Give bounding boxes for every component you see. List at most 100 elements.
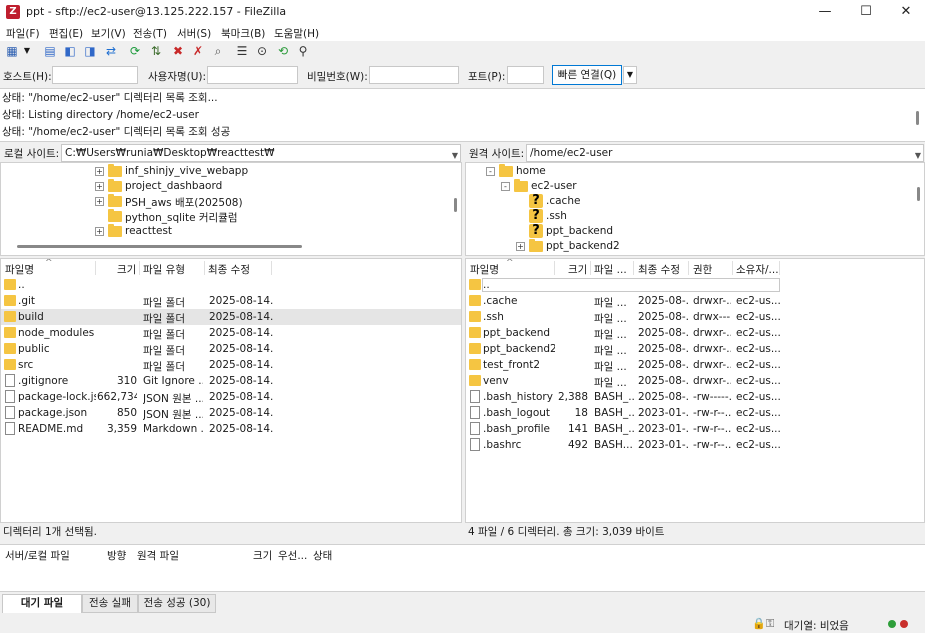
file-row[interactable]: .gitignore 310 Git Ignore ... 2025-08-14...	[1, 373, 461, 389]
file-row[interactable]: .bash_logout 18 BASH_... 2023-01-... -rw-r--…	[466, 405, 924, 421]
column-modified[interactable]: 최종 수정	[638, 262, 680, 277]
menu-file[interactable]: 파일(F)	[6, 26, 40, 41]
maximize-button[interactable]: ☐	[846, 0, 886, 24]
cell-name: node_modules	[18, 327, 95, 339]
tree-node-label: python_sqlite 커리큘럼	[125, 212, 238, 224]
expand-icon[interactable]: +	[95, 182, 104, 191]
queue-column-server-local[interactable]: 서버/로컬 파일	[5, 548, 70, 563]
password-input[interactable]	[369, 66, 459, 84]
collapse-icon[interactable]: -	[486, 167, 495, 176]
queue-column-status[interactable]: 상태	[313, 548, 332, 563]
menu-edit[interactable]: 편집(E)	[49, 26, 83, 41]
column-filename[interactable]: 파일명	[470, 262, 499, 277]
dropdown-arrow-icon[interactable]: ▼	[22, 43, 32, 59]
quickconnect-bar: 호스트(H): 사용자명(U): 비밀번호(W): 포트(P): 빠른 연결(Q…	[0, 63, 925, 87]
file-row[interactable]: .bash_history 2,388 BASH_... 2025-08-... -rw…	[466, 389, 924, 405]
file-icon	[470, 390, 480, 403]
log-scrollbar[interactable]	[916, 111, 919, 125]
port-input[interactable]	[507, 66, 544, 84]
file-row[interactable]: .ssh 파일 ... 2025-08-... drwx---... ec2-us...	[466, 309, 924, 325]
folder-icon	[514, 179, 528, 192]
column-size[interactable]: 크기	[568, 262, 587, 277]
cancel-icon[interactable]: ✖	[170, 43, 186, 59]
filezilla-app-icon: Z	[6, 5, 20, 19]
menu-transfer[interactable]: 전송(T)	[133, 26, 167, 41]
local-path-input[interactable]: C:₩Users₩runia₩Desktop₩reacttest₩ ▼	[61, 144, 461, 162]
close-button[interactable]: ✕	[886, 0, 925, 24]
filter-icon[interactable]: ☰	[234, 43, 250, 59]
search-icon[interactable]: ⚲	[295, 43, 311, 59]
queue-column-remote-file[interactable]: 원격 파일	[137, 548, 179, 563]
queue-column-direction[interactable]: 방향	[107, 548, 126, 563]
cell-perm: -rw-r--...	[693, 407, 731, 419]
file-row[interactable]: ppt_backend2 파일 ... 2025-08-... drwxr-... ec…	[466, 341, 924, 357]
file-row[interactable]: build 파일 폴더 2025-08-14...	[1, 309, 461, 325]
expand-icon[interactable]: +	[516, 242, 525, 251]
disconnect-icon[interactable]: ✗	[190, 43, 206, 59]
file-row[interactable]: public 파일 폴더 2025-08-14...	[1, 341, 461, 357]
site-manager-icon[interactable]: ▦	[4, 43, 20, 59]
expand-icon[interactable]: +	[95, 197, 104, 206]
file-row[interactable]: README.md 3,359 Markdown ... 2025-08-14...	[1, 421, 461, 437]
host-input[interactable]	[52, 66, 138, 84]
minimize-button[interactable]: —	[805, 0, 845, 24]
file-row[interactable]: test_front2 파일 ... 2025-08-... drwxr-... ec2…	[466, 357, 924, 373]
queue-column-priority[interactable]: 우선...	[278, 548, 307, 563]
process-queue-icon[interactable]: ⇅	[148, 43, 164, 59]
file-row[interactable]: package.json 850 JSON 원본 ... 2025-08-14...	[1, 405, 461, 421]
queue-column-size[interactable]: 크기	[253, 548, 272, 563]
menu-bookmarks[interactable]: 북마크(B)	[221, 26, 265, 41]
file-row[interactable]: ppt_backend 파일 ... 2025-08-... drwxr-... ec2…	[466, 325, 924, 341]
folder-icon	[529, 239, 543, 252]
reconnect-icon[interactable]: ⌕	[210, 43, 226, 59]
tab-successful-transfers[interactable]: 전송 성공 (30)	[138, 594, 216, 613]
file-row[interactable]: ..	[466, 277, 924, 293]
quickconnect-button[interactable]: 빠른 연결(Q)	[552, 65, 622, 85]
quickconnect-history-button[interactable]: ▼	[623, 66, 637, 84]
file-row[interactable]: .cache 파일 ... 2025-08-... drwxr-... ec2-us..…	[466, 293, 924, 309]
title-bar: Z ppt - sftp://ec2-user@13.125.222.157 -…	[0, 0, 925, 24]
cell-type: BASH_...	[594, 423, 634, 435]
menu-server[interactable]: 서버(S)	[177, 26, 211, 41]
tab-queued-files[interactable]: 대기 파일	[2, 594, 82, 613]
local-tree-vscrollbar[interactable]	[454, 198, 457, 212]
file-row[interactable]: .git 파일 폴더 2025-08-14...	[1, 293, 461, 309]
local-site-label: 로컬 사이트:	[4, 148, 60, 160]
file-row[interactable]: ..	[1, 277, 461, 293]
remote-tree-vscrollbar[interactable]	[917, 187, 920, 201]
menu-help[interactable]: 도움말(H)	[274, 26, 319, 41]
remote-path-input[interactable]: /home/ec2-user ▼	[526, 144, 924, 162]
username-input[interactable]	[207, 66, 298, 84]
toggle-local-tree-icon[interactable]: ◧	[62, 43, 78, 59]
toggle-queue-icon[interactable]: ⇄	[103, 43, 119, 59]
local-tree-hscrollbar[interactable]	[17, 245, 302, 248]
queue-status-text: 대기열: 비었음	[784, 620, 849, 632]
refresh-icon[interactable]: ⟳	[127, 43, 143, 59]
local-path-bar: 로컬 사이트: C:₩Users₩runia₩Desktop₩reacttest…	[0, 144, 462, 162]
menu-view[interactable]: 보기(V)	[91, 26, 126, 41]
compare-icon[interactable]: ⊙	[254, 43, 270, 59]
toggle-log-icon[interactable]: ▤	[42, 43, 58, 59]
file-row[interactable]: .bashrc 492 BASH... 2023-01-... -rw-r--... ec…	[466, 437, 924, 453]
file-row[interactable]: venv 파일 ... 2025-08-... drwxr-... ec2-us...	[466, 373, 924, 389]
toggle-remote-tree-icon[interactable]: ◨	[82, 43, 98, 59]
file-row[interactable]: .bash_profile 141 BASH_... 2023-01-... -rw-r…	[466, 421, 924, 437]
column-owner[interactable]: 소유자/...	[736, 262, 779, 277]
column-filename[interactable]: 파일명	[5, 262, 34, 277]
cell-perm: drwxr-...	[693, 359, 731, 371]
file-row[interactable]: node_modules 파일 폴더 2025-08-14...	[1, 325, 461, 341]
column-size[interactable]: 크기	[117, 262, 136, 277]
cell-name: ppt_backend2	[483, 343, 555, 355]
expand-icon[interactable]: +	[95, 227, 104, 236]
expand-icon[interactable]: +	[95, 167, 104, 176]
log-line: 상태: Listing directory /home/ec2-user	[2, 109, 199, 121]
sync-browse-icon[interactable]: ⟲	[275, 43, 291, 59]
file-row[interactable]: package-lock.js...662,734 JSON 원본 ... 2025…	[1, 389, 461, 405]
file-row[interactable]: src 파일 폴더 2025-08-14...	[1, 357, 461, 373]
tab-failed-transfers[interactable]: 전송 실패	[82, 594, 138, 613]
column-filetype[interactable]: 파일 ...	[594, 262, 627, 277]
column-modified[interactable]: 최종 수정	[208, 262, 250, 277]
column-permissions[interactable]: 권한	[693, 262, 712, 277]
collapse-icon[interactable]: -	[501, 182, 510, 191]
column-filetype[interactable]: 파일 유형	[143, 262, 185, 277]
